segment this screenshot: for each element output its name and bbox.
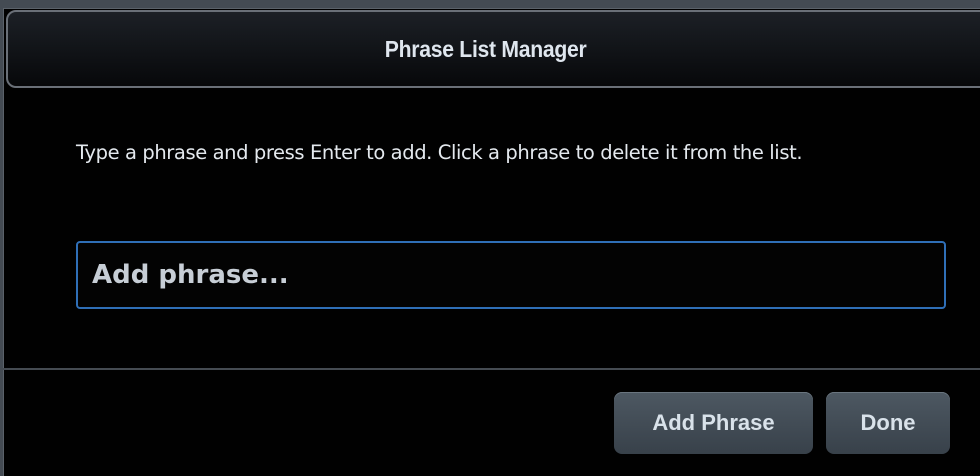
instructions-text: Type a phrase and press Enter to add. Cl…	[76, 141, 803, 164]
add-phrase-button[interactable]: Add Phrase	[614, 392, 813, 454]
done-button[interactable]: Done	[826, 392, 950, 454]
add-phrase-input[interactable]	[76, 241, 946, 309]
footer-divider	[0, 368, 980, 370]
dialog-titlebar: Phrase List Manager	[6, 10, 980, 88]
dialog-title: Phrase List Manager	[385, 35, 587, 62]
window-frame: Phrase List Manager Type a phrase and pr…	[0, 0, 980, 476]
